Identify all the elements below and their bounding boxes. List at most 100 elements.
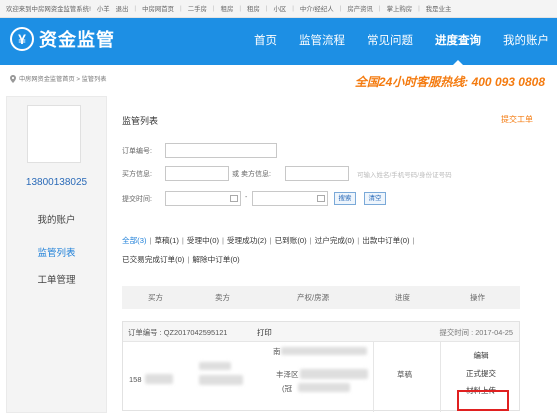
filter-accepted[interactable]: 受理成功(2)	[227, 236, 267, 245]
redacted-property-address	[300, 369, 368, 379]
sidebar-item-my-account[interactable]: 我的账户	[7, 212, 106, 226]
table-header: 买方 卖方 产权/房源 进度 操作	[122, 286, 520, 309]
divider: |	[239, 5, 242, 12]
order-actions: 编辑 正式提交 材料上传	[441, 342, 521, 412]
top-link[interactable]: 我是业主	[426, 4, 452, 13]
property-suffix: (冠	[282, 384, 292, 393]
welcome-text: 欢迎来到中房网资金监管系统!	[6, 6, 91, 13]
top-link[interactable]: 掌上购房	[387, 4, 413, 13]
highlight-box	[457, 390, 509, 411]
order-number: 订单编号 : QZ2017042595121	[128, 328, 228, 337]
main-content: 监管列表 提交工单 订单编号: 买方信息: 或 卖方信息: 可输入姓名/手机号码…	[114, 96, 557, 413]
top-link[interactable]: 租房	[221, 4, 234, 13]
logout-link[interactable]: 退出	[116, 4, 129, 13]
order-row: 订单编号 : QZ2017042595121 打印 提交时间 : 2017-04…	[122, 321, 521, 412]
top-link[interactable]: 租房	[247, 4, 260, 13]
property-line: 南	[273, 347, 281, 356]
user-phone: 13800138025	[25, 177, 88, 188]
redacted-property-suffix	[298, 383, 350, 392]
divider: |	[181, 236, 184, 245]
filter-completed[interactable]: 已交易完成订单(0)	[122, 255, 184, 264]
status-filter-bar: 全部(3) | 草稿(1) | 受理中(0) | 受理成功(2) | 已到账(0) | 过户完成(0…	[122, 231, 542, 269]
print-link[interactable]: 打印	[257, 327, 272, 338]
top-link[interactable]: 房产资讯	[347, 4, 373, 13]
start-date-input[interactable]	[165, 191, 241, 206]
breadcrumb-bar: 中房网资金监管首页 > 监管列表 全国24小时客服热线: 400 093 080…	[0, 65, 557, 95]
buyer-label: 买方信息:	[122, 171, 152, 178]
search-button[interactable]: 搜索	[334, 192, 356, 205]
brand-name: 资金监管	[39, 30, 115, 50]
clear-button[interactable]: 清空	[364, 192, 386, 205]
account-sidebar: 13800138025 我的账户 监管列表 工单管理	[6, 96, 107, 413]
buyer-phone: 158	[129, 375, 142, 384]
breadcrumb-text[interactable]: 中房网资金监管首页 > 监管列表	[19, 74, 107, 83]
order-no-input[interactable]	[165, 143, 277, 158]
submit-ticket-link[interactable]: 提交工单	[501, 114, 533, 125]
divider	[373, 342, 374, 412]
col-progress: 进度	[395, 293, 410, 302]
order-no-label: 订单编号:	[122, 148, 152, 155]
sidebar-item-tickets[interactable]: 工单管理	[7, 272, 106, 286]
nav-process[interactable]: 监管流程	[299, 18, 345, 65]
calendar-icon[interactable]	[317, 195, 325, 202]
col-property: 产权/房源	[297, 293, 330, 302]
filter-paying-out[interactable]: 出款中订单(0)	[362, 236, 409, 245]
divider: |	[221, 236, 224, 245]
divider: |	[378, 5, 381, 12]
username-link[interactable]: 小羊	[97, 4, 110, 13]
main-nav: 首页 监管流程 常见问题 进度查询 我的账户	[232, 18, 549, 65]
filter-all[interactable]: 全部(3)	[122, 236, 146, 245]
divider: |	[412, 236, 415, 245]
buyer-input[interactable]	[165, 166, 229, 181]
top-link[interactable]: 小区	[273, 4, 286, 13]
order-header: 订单编号 : QZ2017042595121 打印 提交时间 : 2017-04…	[123, 322, 519, 342]
divider: |	[418, 5, 420, 12]
sidebar-item-supervision-list[interactable]: 监管列表	[7, 245, 106, 259]
page-title: 监管列表	[122, 116, 159, 126]
col-actions: 操作	[470, 293, 485, 302]
col-seller: 卖方	[215, 293, 230, 302]
end-date-input[interactable]	[252, 191, 328, 206]
filter-processing[interactable]: 受理中(0)	[187, 236, 219, 245]
location-pin-icon	[10, 74, 16, 83]
site-logo[interactable]: ¥ 资金监管	[10, 26, 115, 52]
nav-account[interactable]: 我的账户	[503, 18, 549, 65]
divider: |	[265, 5, 268, 12]
nav-home[interactable]: 首页	[254, 18, 277, 65]
divider: |	[149, 236, 152, 245]
order-status: 草稿	[397, 370, 412, 379]
top-link[interactable]: 中介/经纪人	[300, 4, 334, 13]
yen-coin-icon: ¥	[10, 27, 34, 51]
top-utility-bar: 欢迎来到中房网资金监管系统! 小羊 退出 | 中房网首页 | 二手房 | 租房 …	[0, 0, 557, 18]
breadcrumb: 中房网资金监管首页 > 监管列表	[10, 74, 107, 83]
divider: |	[212, 5, 215, 12]
main-navbar: ¥ 资金监管 首页 监管流程 常见问题 进度查询 我的账户	[0, 18, 557, 65]
formal-submit-button[interactable]: 正式提交	[441, 368, 521, 379]
divider: |	[180, 5, 182, 12]
top-link[interactable]: 二手房	[188, 4, 207, 13]
redacted-seller-name	[199, 362, 231, 370]
filter-draft[interactable]: 草稿(1)	[154, 236, 178, 245]
range-dash: -	[245, 194, 248, 201]
nav-progress[interactable]: 进度查询	[435, 18, 481, 65]
filter-releasing[interactable]: 解除中订单(0)	[192, 255, 239, 264]
filter-transferred[interactable]: 过户完成(0)	[315, 236, 355, 245]
divider: |	[134, 5, 137, 12]
order-submit-time: 提交时间 : 2017-04-25	[439, 328, 513, 337]
divider: |	[339, 5, 342, 12]
calendar-icon[interactable]	[230, 195, 238, 202]
divider: |	[292, 5, 294, 12]
contact-hint: 可输入姓名/手机号码/身份证号码	[357, 172, 452, 179]
divider: |	[357, 236, 360, 245]
redacted-property-line	[281, 347, 367, 355]
property-district: 丰泽区	[276, 370, 299, 379]
seller-label: 或 卖方信息:	[232, 171, 271, 178]
edit-button[interactable]: 编辑	[441, 350, 521, 361]
nav-faq[interactable]: 常见问题	[367, 18, 413, 65]
avatar	[27, 105, 81, 163]
submit-time-label: 提交时间:	[122, 196, 152, 203]
seller-input[interactable]	[285, 166, 349, 181]
top-link[interactable]: 中房网首页	[142, 4, 174, 13]
col-buyer: 买方	[148, 293, 163, 302]
filter-arrived[interactable]: 已到账(0)	[275, 236, 307, 245]
